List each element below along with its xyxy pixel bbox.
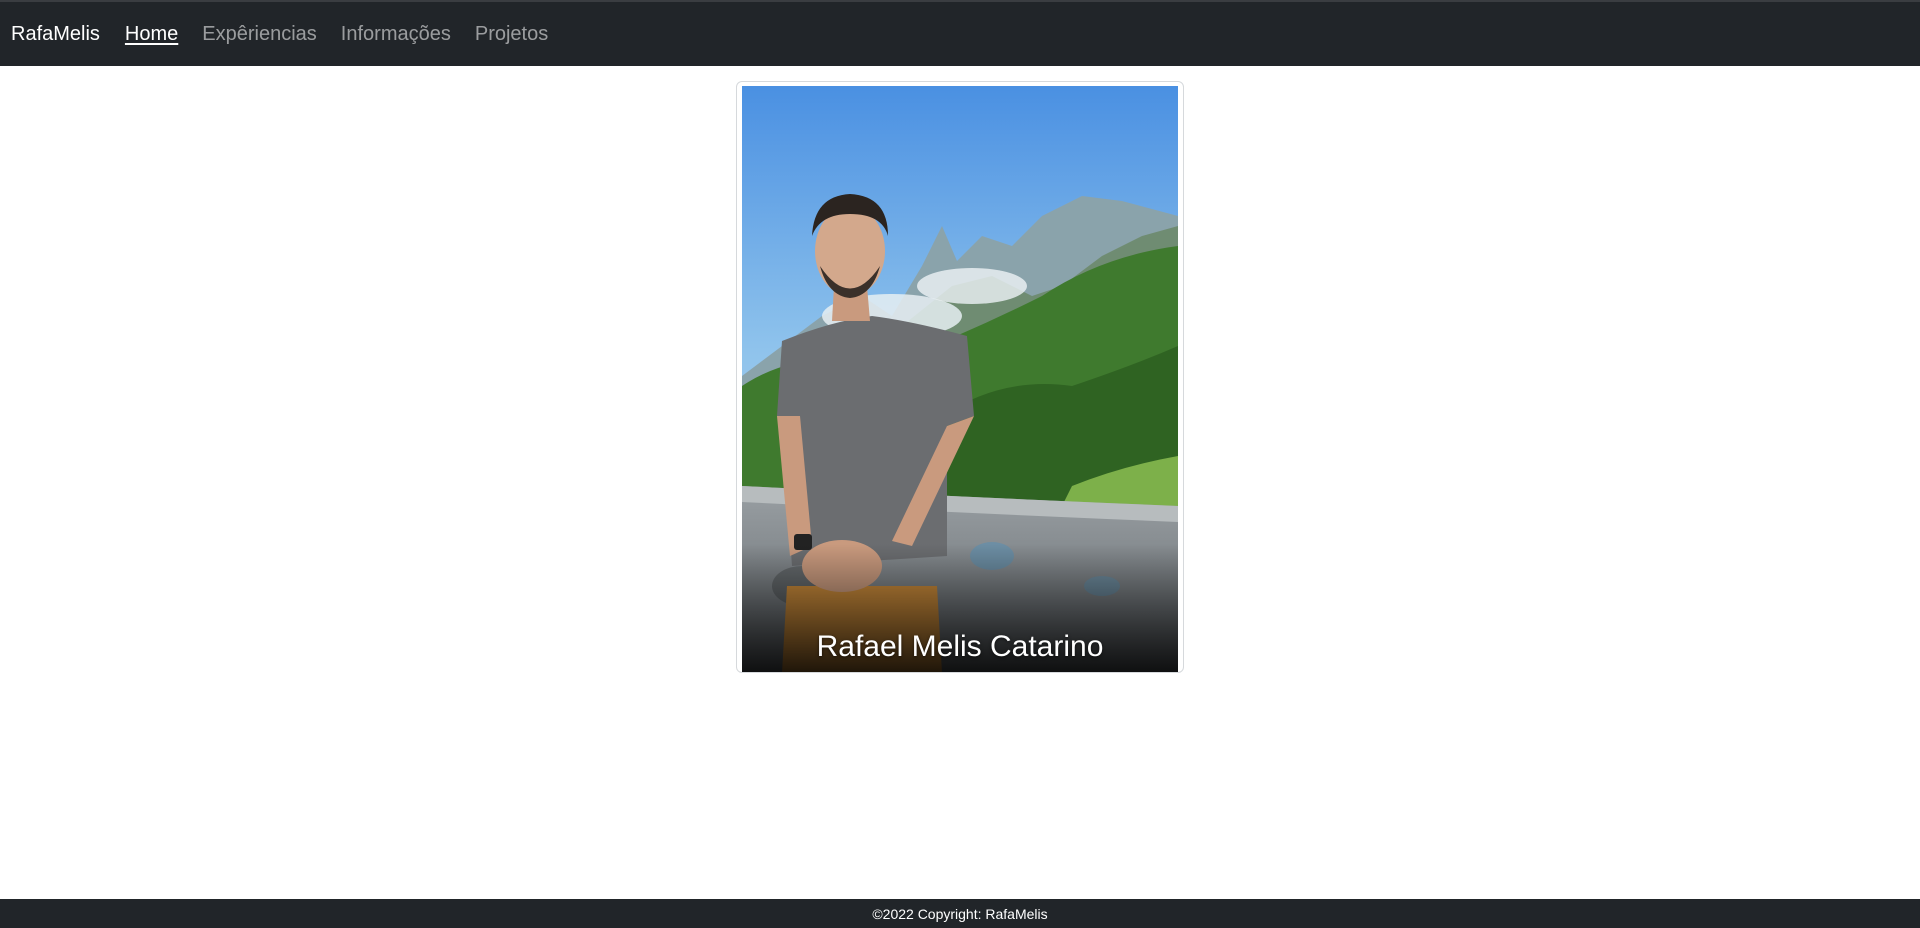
brand-link[interactable]: RafaMelis (11, 23, 100, 46)
copyright-text: ©2022 Copyright: RafaMelis (872, 905, 1048, 922)
nav-link-home[interactable]: Home (125, 23, 178, 46)
profile-card: Rafael Melis Catarino (736, 81, 1184, 673)
nav-link-experiencias[interactable]: Expêriencias (202, 23, 317, 46)
portrait-photo-icon (742, 86, 1178, 672)
nav-link-informacoes[interactable]: Informações (341, 23, 451, 46)
page-footer: ©2022 Copyright: RafaMelis (0, 899, 1920, 928)
nav-link-projetos[interactable]: Projetos (475, 23, 548, 46)
top-navbar: RafaMelis Home Expêriencias Informações … (0, 0, 1920, 66)
nav-links: Home Expêriencias Informações Projetos (113, 23, 560, 46)
profile-photo (742, 86, 1178, 672)
card-caption: Rafael Melis Catarino (816, 630, 1104, 663)
